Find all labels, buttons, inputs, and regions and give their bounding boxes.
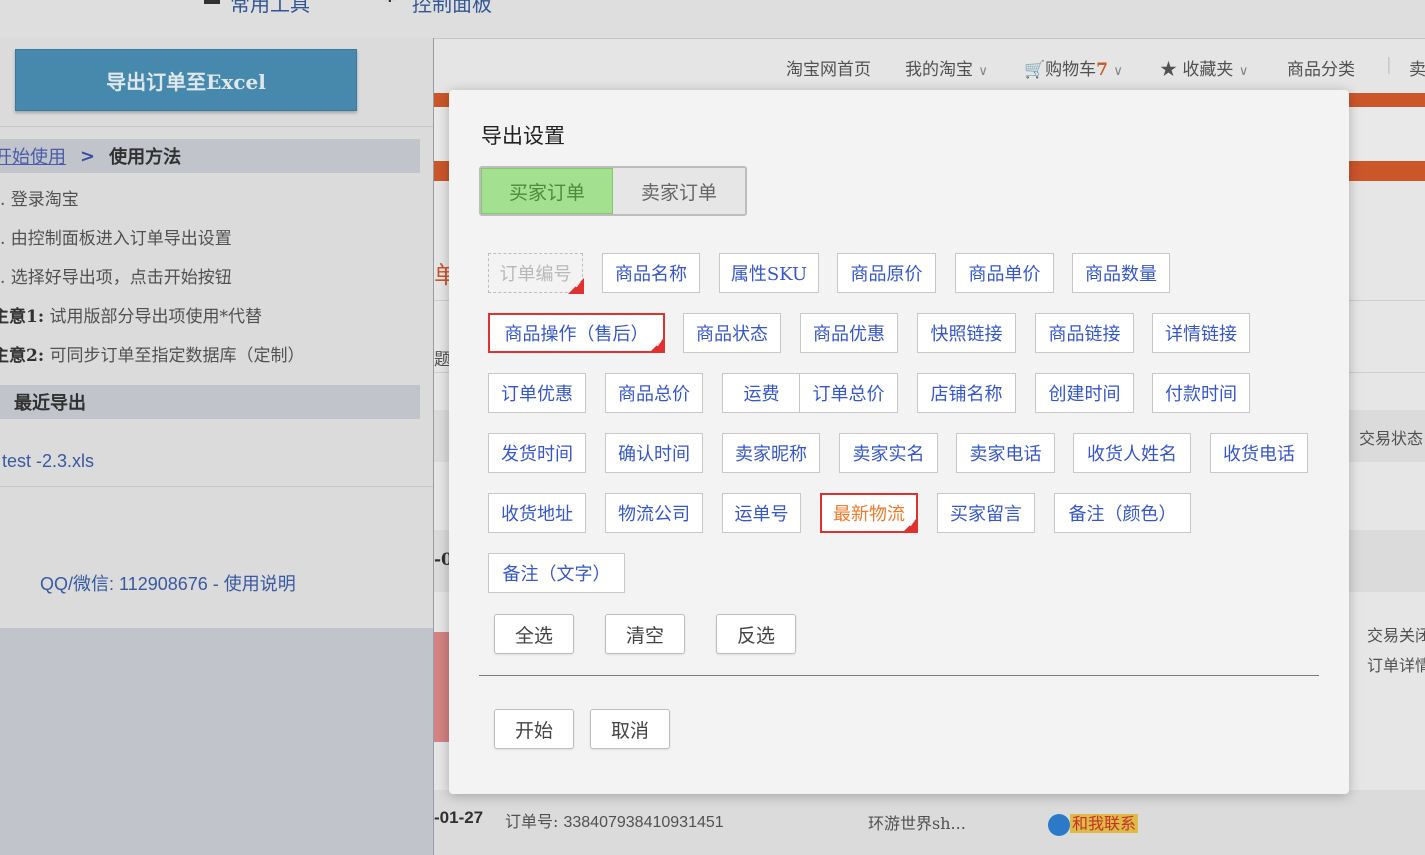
export-field-label: 快照链接 xyxy=(930,324,1003,345)
dialog-title: 导出设置 xyxy=(481,124,565,148)
export-field-option[interactable]: 商品优惠 xyxy=(800,313,898,353)
export-field-option[interactable]: 确认时间 xyxy=(605,433,703,473)
export-field-label: 物流公司 xyxy=(618,504,690,525)
export-field-option[interactable]: 订单优惠 xyxy=(488,373,586,413)
export-field-option[interactable]: 创建时间 xyxy=(1035,373,1134,413)
export-field-option: 订单编号 xyxy=(488,253,584,294)
export-field-option[interactable]: 店铺名称 xyxy=(917,373,1016,413)
export-field-option[interactable]: 买家留言 xyxy=(937,493,1035,533)
export-field-option[interactable]: 商品名称 xyxy=(602,253,700,293)
export-field-option[interactable]: 最新物流 xyxy=(820,493,918,533)
export-field-option[interactable]: 运费 xyxy=(722,373,801,413)
export-field-label: 详情链接 xyxy=(1165,324,1237,345)
checkmark-corner-icon xyxy=(568,278,584,294)
tab-buyer-orders[interactable]: 买家订单 xyxy=(481,168,613,214)
export-field-label: 买家留言 xyxy=(950,504,1022,525)
export-field-label: 最新物流 xyxy=(833,504,905,525)
export-field-label: 卖家电话 xyxy=(969,444,1042,465)
export-field-option[interactable]: 发货时间 xyxy=(488,433,586,473)
export-field-label: 商品数量 xyxy=(1085,264,1157,285)
select-all-button[interactable]: 全选 xyxy=(494,614,574,654)
export-field-option[interactable]: 商品数量 xyxy=(1072,253,1170,293)
export-field-label: 备注（文字） xyxy=(502,564,611,585)
export-field-label: 收货地址 xyxy=(501,504,573,525)
export-field-option[interactable]: 收货电话 xyxy=(1210,433,1308,473)
order-type-tabs: 买家订单 卖家订单 xyxy=(479,166,747,216)
export-settings-dialog: 导出设置 买家订单 卖家订单 订单编号 商品名称 属性SKU 商品原价 商品单价 商品数量… xyxy=(449,90,1349,794)
tab-seller-orders[interactable]: 卖家订单 xyxy=(613,168,745,214)
cancel-button[interactable]: 取消 xyxy=(590,709,670,749)
export-field-option[interactable]: 物流公司 xyxy=(605,493,703,533)
export-field-option[interactable]: 备注（颜色） xyxy=(1054,493,1191,533)
export-field-option[interactable]: 商品单价 xyxy=(955,253,1054,293)
checkmark-corner-icon xyxy=(902,517,918,533)
export-field-label: 商品名称 xyxy=(615,264,687,285)
export-field-label: 商品单价 xyxy=(968,264,1041,285)
export-field-label: 订单优惠 xyxy=(501,384,573,405)
export-field-option[interactable]: 卖家昵称 xyxy=(722,433,820,473)
export-field-option[interactable]: 商品总价 xyxy=(605,373,703,413)
export-field-option[interactable]: 收货人姓名 xyxy=(1073,433,1191,473)
export-field-label: 卖家实名 xyxy=(852,444,925,465)
export-field-option[interactable]: 备注（文字） xyxy=(488,553,625,593)
export-field-option[interactable]: 收货地址 xyxy=(488,493,586,533)
export-field-option[interactable]: 订单总价 xyxy=(799,373,898,413)
export-field-label: 订单总价 xyxy=(812,384,885,405)
export-field-option[interactable]: 商品状态 xyxy=(683,313,781,353)
export-field-option[interactable]: 卖家实名 xyxy=(839,433,938,473)
export-field-option[interactable]: 详情链接 xyxy=(1152,313,1250,353)
export-field-option[interactable]: 运单号 xyxy=(722,493,801,533)
export-field-label: 店铺名称 xyxy=(930,384,1003,405)
export-field-label: 属性SKU xyxy=(730,264,808,285)
export-field-label: 确认时间 xyxy=(618,444,690,465)
start-button[interactable]: 开始 xyxy=(494,709,574,749)
export-field-label: 付款时间 xyxy=(1165,384,1237,405)
export-field-option[interactable]: 卖家电话 xyxy=(956,433,1055,473)
export-field-label: 卖家昵称 xyxy=(735,444,807,465)
export-field-label: 运费 xyxy=(743,384,780,405)
export-field-label: 发货时间 xyxy=(501,444,573,465)
checkmark-corner-icon xyxy=(649,337,665,353)
export-field-label: 商品链接 xyxy=(1048,324,1121,345)
export-field-label: 商品状态 xyxy=(696,324,768,345)
divider xyxy=(479,675,1319,676)
export-field-option[interactable]: 快照链接 xyxy=(917,313,1016,353)
export-field-option[interactable]: 商品原价 xyxy=(837,253,936,293)
export-field-label: 商品优惠 xyxy=(813,324,885,345)
export-field-label: 收货电话 xyxy=(1223,444,1295,465)
export-field-option[interactable]: 付款时间 xyxy=(1152,373,1250,413)
export-field-label: 创建时间 xyxy=(1048,384,1121,405)
clear-button[interactable]: 清空 xyxy=(605,614,685,654)
export-field-label: 订单编号 xyxy=(499,264,572,285)
export-field-label: 收货人姓名 xyxy=(1087,444,1177,465)
export-field-label: 商品原价 xyxy=(850,264,923,285)
export-field-option[interactable]: 商品操作（售后） xyxy=(488,313,665,353)
export-field-label: 商品操作（售后） xyxy=(504,324,649,345)
export-field-label: 运单号 xyxy=(734,504,789,525)
export-field-label: 商品总价 xyxy=(618,384,690,405)
export-field-option[interactable]: 属性SKU xyxy=(719,253,819,293)
invert-selection-button[interactable]: 反选 xyxy=(716,614,796,654)
export-field-label: 备注（颜色） xyxy=(1068,504,1177,525)
export-field-option[interactable]: 商品链接 xyxy=(1035,313,1134,353)
